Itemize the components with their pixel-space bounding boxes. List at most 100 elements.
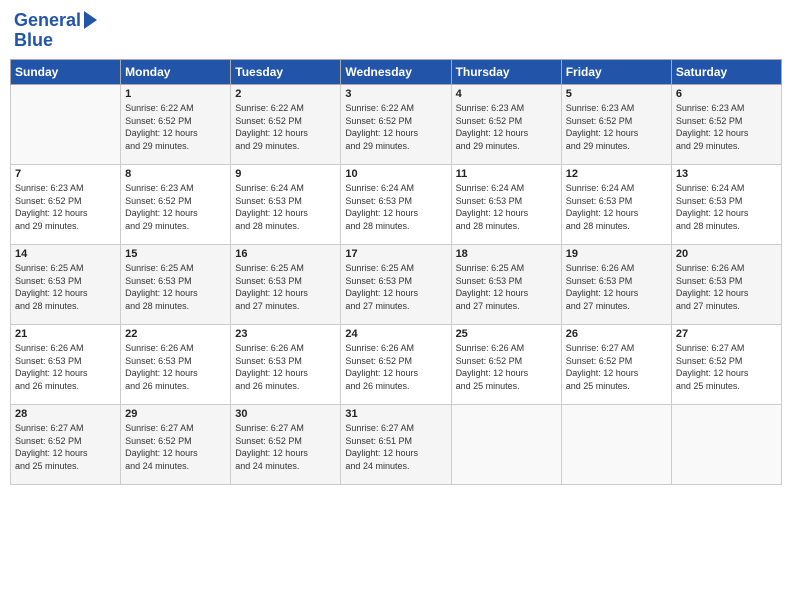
logo-text-general: General bbox=[14, 10, 81, 32]
day-number: 11 bbox=[456, 168, 557, 180]
day-details: Sunrise: 6:27 AM Sunset: 6:52 PM Dayligh… bbox=[676, 342, 777, 392]
day-details: Sunrise: 6:26 AM Sunset: 6:53 PM Dayligh… bbox=[566, 262, 667, 312]
calendar-cell: 5 Sunrise: 6:23 AM Sunset: 6:52 PM Daylig… bbox=[561, 85, 671, 165]
day-number: 18 bbox=[456, 248, 557, 260]
day-details: Sunrise: 6:26 AM Sunset: 6:53 PM Dayligh… bbox=[676, 262, 777, 312]
day-details: Sunrise: 6:27 AM Sunset: 6:52 PM Dayligh… bbox=[125, 422, 226, 472]
day-number: 20 bbox=[676, 248, 777, 260]
calendar-cell: 20 Sunrise: 6:26 AM Sunset: 6:53 PM Dayli… bbox=[671, 245, 781, 325]
calendar-cell: 10Sunrise: 6:24 AM Sunset: 6:53 PM Dayli… bbox=[341, 165, 451, 245]
day-number: 22 bbox=[125, 328, 226, 340]
day-number: 28 bbox=[15, 408, 116, 420]
day-details: Sunrise: 6:24 AM Sunset: 6:53 PM Dayligh… bbox=[345, 182, 446, 232]
day-number: 12 bbox=[566, 168, 667, 180]
calendar-cell: 11 Sunrise: 6:24 AM Sunset: 6:53 PM Dayli… bbox=[451, 165, 561, 245]
calendar-cell: 12 Sunrise: 6:24 AM Sunset: 6:53 PM Dayli… bbox=[561, 165, 671, 245]
day-number: 16 bbox=[235, 248, 336, 260]
day-details: Sunrise: 6:22 AM Sunset: 6:52 PM Dayligh… bbox=[125, 102, 226, 152]
day-details: Sunrise: 6:26 AM Sunset: 6:53 PM Dayligh… bbox=[235, 342, 336, 392]
calendar-cell: 26 Sunrise: 6:27 AM Sunset: 6:52 PM Dayli… bbox=[561, 325, 671, 405]
calendar-header: SundayMondayTuesdayWednesdayThursdayFrid… bbox=[11, 60, 782, 85]
calendar-cell: 30 Sunrise: 6:27 AM Sunset: 6:52 PM Dayli… bbox=[231, 405, 341, 485]
page-header: General Blue bbox=[10, 10, 782, 51]
calendar-table: SundayMondayTuesdayWednesdayThursdayFrid… bbox=[10, 59, 782, 485]
calendar-cell: 16 Sunrise: 6:25 AM Sunset: 6:53 PM Dayli… bbox=[231, 245, 341, 325]
calendar-cell: 21Sunrise: 6:26 AM Sunset: 6:53 PM Dayli… bbox=[11, 325, 121, 405]
day-number: 1 bbox=[125, 88, 226, 100]
day-details: Sunrise: 6:24 AM Sunset: 6:53 PM Dayligh… bbox=[456, 182, 557, 232]
day-details: Sunrise: 6:25 AM Sunset: 6:53 PM Dayligh… bbox=[235, 262, 336, 312]
day-details: Sunrise: 6:27 AM Sunset: 6:52 PM Dayligh… bbox=[235, 422, 336, 472]
calendar-cell bbox=[561, 405, 671, 485]
calendar-cell: 19 Sunrise: 6:26 AM Sunset: 6:53 PM Dayli… bbox=[561, 245, 671, 325]
day-details: Sunrise: 6:23 AM Sunset: 6:52 PM Dayligh… bbox=[566, 102, 667, 152]
day-number: 30 bbox=[235, 408, 336, 420]
calendar-cell: 7Sunrise: 6:23 AM Sunset: 6:52 PM Daylig… bbox=[11, 165, 121, 245]
day-number: 26 bbox=[566, 328, 667, 340]
day-number: 31 bbox=[345, 408, 446, 420]
day-details: Sunrise: 6:25 AM Sunset: 6:53 PM Dayligh… bbox=[456, 262, 557, 312]
day-number: 19 bbox=[566, 248, 667, 260]
day-header-tuesday: Tuesday bbox=[231, 60, 341, 85]
day-number: 3 bbox=[345, 88, 446, 100]
day-details: Sunrise: 6:26 AM Sunset: 6:52 PM Dayligh… bbox=[456, 342, 557, 392]
day-details: Sunrise: 6:24 AM Sunset: 6:53 PM Dayligh… bbox=[235, 182, 336, 232]
day-details: Sunrise: 6:25 AM Sunset: 6:53 PM Dayligh… bbox=[15, 262, 116, 312]
day-details: Sunrise: 6:27 AM Sunset: 6:52 PM Dayligh… bbox=[566, 342, 667, 392]
day-details: Sunrise: 6:23 AM Sunset: 6:52 PM Dayligh… bbox=[456, 102, 557, 152]
day-number: 23 bbox=[235, 328, 336, 340]
calendar-cell: 6 Sunrise: 6:23 AM Sunset: 6:52 PM Daylig… bbox=[671, 85, 781, 165]
day-header-monday: Monday bbox=[121, 60, 231, 85]
calendar-cell: 25 Sunrise: 6:26 AM Sunset: 6:52 PM Dayli… bbox=[451, 325, 561, 405]
calendar-cell: 13Sunrise: 6:24 AM Sunset: 6:53 PM Dayli… bbox=[671, 165, 781, 245]
day-number: 8 bbox=[125, 168, 226, 180]
day-details: Sunrise: 6:26 AM Sunset: 6:53 PM Dayligh… bbox=[125, 342, 226, 392]
day-header-wednesday: Wednesday bbox=[341, 60, 451, 85]
logo-text-blue: Blue bbox=[14, 30, 53, 52]
calendar-cell: 29 Sunrise: 6:27 AM Sunset: 6:52 PM Dayli… bbox=[121, 405, 231, 485]
day-number: 24 bbox=[345, 328, 446, 340]
day-details: Sunrise: 6:23 AM Sunset: 6:52 PM Dayligh… bbox=[676, 102, 777, 152]
day-details: Sunrise: 6:22 AM Sunset: 6:52 PM Dayligh… bbox=[235, 102, 336, 152]
calendar-cell: 9 Sunrise: 6:24 AM Sunset: 6:53 PM Daylig… bbox=[231, 165, 341, 245]
day-details: Sunrise: 6:27 AM Sunset: 6:52 PM Dayligh… bbox=[15, 422, 116, 472]
calendar-week-4: 21 Sunrise: 6:26 AM Sunset: 6:53 PM Dayli… bbox=[11, 325, 782, 405]
day-details: Sunrise: 6:22 AM Sunset: 6:52 PM Dayligh… bbox=[345, 102, 446, 152]
calendar-cell: 1 Sunrise: 6:22 AM Sunset: 6:52 PM Daylig… bbox=[121, 85, 231, 165]
calendar-cell bbox=[11, 85, 121, 165]
day-details: Sunrise: 6:25 AM Sunset: 6:53 PM Dayligh… bbox=[345, 262, 446, 312]
day-details: Sunrise: 6:23 AM Sunset: 6:52 PM Dayligh… bbox=[125, 182, 226, 232]
logo-arrow-icon bbox=[84, 11, 97, 29]
day-header-friday: Friday bbox=[561, 60, 671, 85]
day-header-saturday: Saturday bbox=[671, 60, 781, 85]
logo: General Blue bbox=[14, 10, 97, 51]
calendar-cell: 4Sunrise: 6:23 AM Sunset: 6:52 PM Daylig… bbox=[451, 85, 561, 165]
calendar-cell: 23 Sunrise: 6:26 AM Sunset: 6:53 PM Dayli… bbox=[231, 325, 341, 405]
day-number: 17 bbox=[345, 248, 446, 260]
day-number: 29 bbox=[125, 408, 226, 420]
calendar-week-5: 28 Sunrise: 6:27 AM Sunset: 6:52 PM Dayli… bbox=[11, 405, 782, 485]
calendar-cell: 22 Sunrise: 6:26 AM Sunset: 6:53 PM Dayli… bbox=[121, 325, 231, 405]
calendar-cell: 8 Sunrise: 6:23 AM Sunset: 6:52 PM Daylig… bbox=[121, 165, 231, 245]
day-number: 15 bbox=[125, 248, 226, 260]
calendar-week-3: 14Sunrise: 6:25 AM Sunset: 6:53 PM Dayli… bbox=[11, 245, 782, 325]
day-number: 27 bbox=[676, 328, 777, 340]
calendar-cell: 28 Sunrise: 6:27 AM Sunset: 6:52 PM Dayli… bbox=[11, 405, 121, 485]
calendar-cell: 14Sunrise: 6:25 AM Sunset: 6:53 PM Dayli… bbox=[11, 245, 121, 325]
day-number: 25 bbox=[456, 328, 557, 340]
calendar-cell: 27 Sunrise: 6:27 AM Sunset: 6:52 PM Dayli… bbox=[671, 325, 781, 405]
calendar-cell bbox=[671, 405, 781, 485]
calendar-cell bbox=[451, 405, 561, 485]
day-number: 5 bbox=[566, 88, 667, 100]
day-number: 9 bbox=[235, 168, 336, 180]
day-details: Sunrise: 6:25 AM Sunset: 6:53 PM Dayligh… bbox=[125, 262, 226, 312]
day-number: 2 bbox=[235, 88, 336, 100]
day-number: 13 bbox=[676, 168, 777, 180]
day-number: 7 bbox=[15, 168, 116, 180]
calendar-cell: 3 Sunrise: 6:22 AM Sunset: 6:52 PM Daylig… bbox=[341, 85, 451, 165]
day-details: Sunrise: 6:24 AM Sunset: 6:53 PM Dayligh… bbox=[566, 182, 667, 232]
day-number: 6 bbox=[676, 88, 777, 100]
calendar-cell: 17 Sunrise: 6:25 AM Sunset: 6:53 PM Dayli… bbox=[341, 245, 451, 325]
day-number: 21 bbox=[15, 328, 116, 340]
day-header-sunday: Sunday bbox=[11, 60, 121, 85]
